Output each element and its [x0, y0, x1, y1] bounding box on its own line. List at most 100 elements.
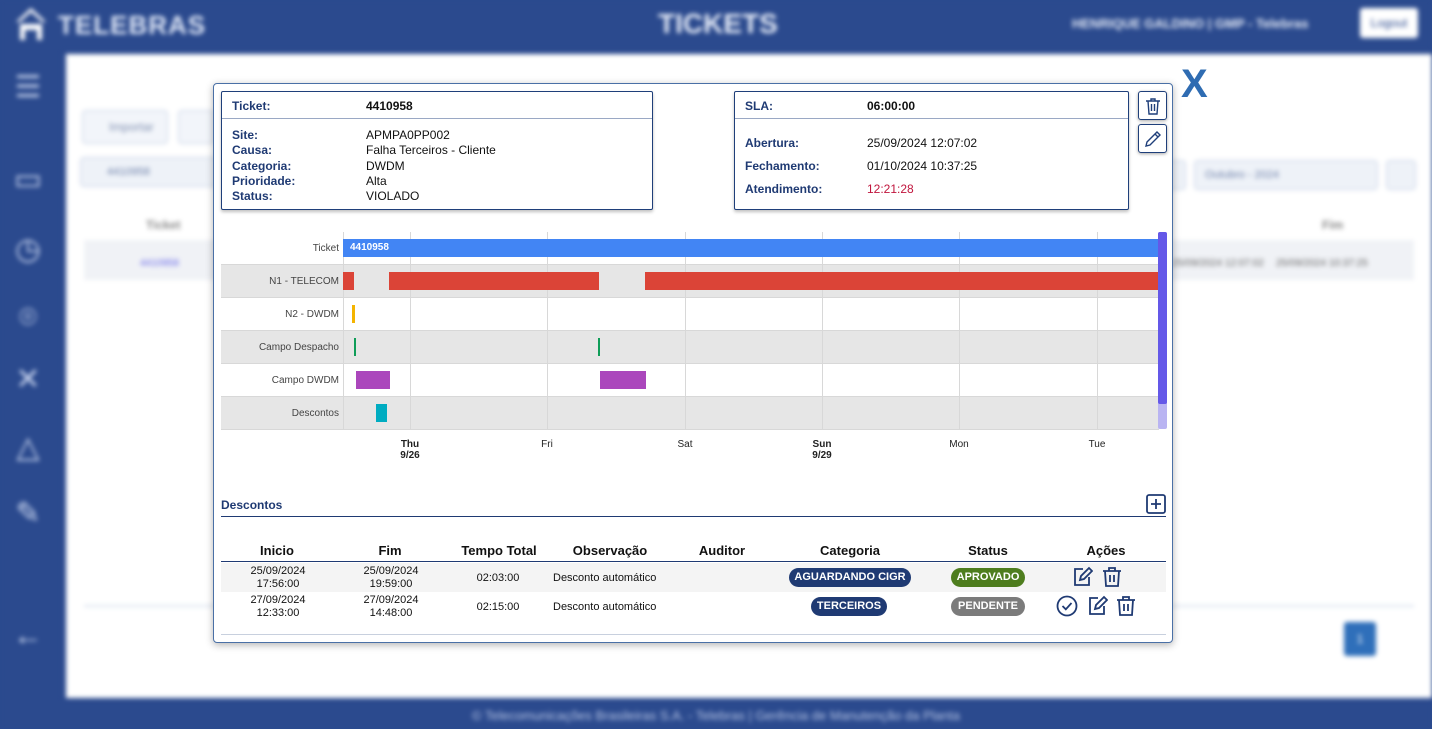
- inicio-time: 12:33:00: [256, 607, 300, 619]
- timeline-tick: Sat: [665, 439, 705, 450]
- pagination-page-button[interactable]: 1: [1344, 622, 1376, 656]
- network-icon[interactable]: △: [10, 430, 46, 466]
- logout-arrow-icon[interactable]: ←: [10, 618, 46, 654]
- cell-observacao: Desconto automático: [553, 572, 657, 584]
- tick-day: Mon: [949, 439, 969, 450]
- timeline-gridline: [1097, 232, 1098, 429]
- next-month-button[interactable]: [1386, 160, 1416, 190]
- timeline-tick: Fri: [527, 439, 567, 450]
- tower-icon[interactable]: ✕: [10, 362, 46, 398]
- timeline-bar-n2[interactable]: [352, 305, 355, 323]
- timeline-gridline: [822, 232, 823, 429]
- timeline-label: Descontos: [291, 408, 339, 419]
- status-badge: APROVADO: [951, 568, 1025, 587]
- ticket-timeline: Ticket N1 - TELECOM N2 - DWDM Campo Desp…: [221, 232, 1167, 462]
- inicio-date: 25/09/2024: [250, 565, 306, 577]
- timeline-scroll-thumb[interactable]: [1158, 232, 1167, 404]
- add-desconto-icon[interactable]: [1146, 494, 1166, 514]
- timeline-bar-campo-dwdm[interactable]: [600, 371, 646, 389]
- table-row: 25/09/2024 17:56:00 25/09/2024 19:59:00 …: [221, 563, 1166, 592]
- timeline-tick: Thu 9/26: [390, 439, 430, 461]
- col-header-acoes: Ações: [1086, 543, 1126, 558]
- causa-value: Falha Terceiros - Cliente: [366, 143, 496, 157]
- site-label: Site:: [232, 128, 259, 142]
- col-header-status: Status: [968, 543, 1008, 558]
- edit-icon[interactable]: [1071, 566, 1093, 588]
- sidebar: ☰ ▭ ◷ ⌾ ✕ △ ✎ ←: [0, 50, 62, 729]
- cell-inicio: 27/09/2024 12:33:00: [243, 594, 313, 620]
- timeline-bar-descontos[interactable]: [376, 404, 387, 422]
- timeline-tick: Tue: [1077, 439, 1117, 450]
- timeline-bar-n1[interactable]: [343, 272, 354, 290]
- user-info: HENRIQUE GALDINO | GMP - Telebras: [1072, 16, 1309, 31]
- row-fim: 25/09/2024 10:37:25: [1276, 258, 1368, 269]
- table-row: 27/09/2024 12:33:00 27/09/2024 14:48:00 …: [221, 592, 1166, 621]
- col-header-observacao: Observação: [572, 543, 648, 558]
- filter-button[interactable]: [178, 110, 214, 144]
- fechamento-value: 01/10/2024 10:37:25: [867, 159, 978, 173]
- approve-check-icon[interactable]: [1056, 595, 1078, 617]
- trash-icon[interactable]: [1115, 595, 1137, 617]
- cell-fim: 27/09/2024 14:48:00: [356, 594, 426, 620]
- ticket-icon[interactable]: ▭: [10, 162, 46, 198]
- descontos-title: Descontos: [221, 498, 283, 512]
- tick-day: Tue: [1088, 439, 1106, 450]
- location-icon[interactable]: ⌾: [10, 300, 46, 336]
- timeline-label: N1 - TELECOM: [269, 276, 339, 287]
- timeline-row-descontos: Descontos: [221, 397, 1159, 430]
- edit-icon[interactable]: [1086, 595, 1108, 617]
- col-header-tempo-total: Tempo Total: [461, 543, 537, 558]
- brand-name: TELEBRAS: [58, 10, 207, 40]
- status-label: Status:: [232, 189, 273, 203]
- ticket-search-input[interactable]: 4410958: [80, 157, 220, 187]
- fechamento-label: Fechamento:: [745, 159, 820, 173]
- sla-value: 06:00:00: [867, 99, 916, 113]
- sla-label: SLA:: [745, 99, 773, 113]
- site-value: APMPA0PP002: [366, 128, 450, 142]
- row-ticket-link[interactable]: 4410958: [140, 258, 179, 269]
- timeline-scrollbar[interactable]: [1158, 232, 1167, 429]
- table-bottom-divider: [221, 634, 1166, 635]
- timeline-bar-ticket[interactable]: 4410958: [343, 239, 1158, 257]
- delete-ticket-button[interactable]: [1138, 91, 1167, 120]
- timeline-gridline: [410, 232, 411, 429]
- logout-button[interactable]: Logout: [1360, 8, 1418, 38]
- col-header-inicio: Inicio: [260, 543, 294, 558]
- causa-label: Causa:: [232, 143, 273, 157]
- edit-ticket-button[interactable]: [1138, 124, 1167, 153]
- menu-icon[interactable]: ☰: [10, 70, 46, 106]
- categoria-badge: AGUARDANDO CIGR: [789, 568, 911, 587]
- sla-card: SLA: 06:00:00 Abertura: 25/09/2024 12:07…: [734, 91, 1129, 210]
- tick-date: 9/29: [812, 450, 832, 461]
- prioridade-value: Alta: [366, 174, 387, 188]
- footer: © Telecomunicações Brasileiras S.A. - Te…: [0, 700, 1432, 729]
- import-button[interactable]: Importar: [82, 110, 168, 144]
- page-title: TICKETS: [658, 8, 778, 39]
- timeline-bar-n1[interactable]: [645, 272, 1158, 290]
- trash-icon[interactable]: [1101, 566, 1123, 588]
- timeline-label: N2 - DWDM: [285, 309, 339, 320]
- close-modal-button[interactable]: X: [1181, 62, 1208, 106]
- abertura-value: 25/09/2024 12:07:02: [867, 136, 978, 150]
- tools-icon[interactable]: ✎: [10, 496, 46, 532]
- timeline-gridline: [959, 232, 960, 429]
- timeline-bar-campo-despacho[interactable]: [598, 338, 600, 356]
- col-header-categoria: Categoria: [820, 543, 880, 558]
- timeline-bar-n1[interactable]: [389, 272, 599, 290]
- categoria-label: Categoria:: [232, 159, 292, 173]
- timeline-bar-campo-despacho[interactable]: [354, 338, 356, 356]
- history-icon[interactable]: ◷: [10, 232, 46, 268]
- tick-day: Sun: [812, 439, 832, 450]
- month-select[interactable]: Outubro - 2024: [1194, 160, 1378, 190]
- timeline-tick: Mon: [939, 439, 979, 450]
- prioridade-label: Prioridade:: [232, 174, 296, 188]
- ticket-info-card: Ticket: 4410958 Site: APMPA0PP002 Causa:…: [221, 91, 653, 210]
- timeline-label: Ticket: [312, 243, 339, 254]
- timeline-gridline: [685, 232, 686, 429]
- timeline-bar-campo-dwdm[interactable]: [356, 371, 390, 389]
- fim-date: 27/09/2024: [363, 594, 419, 606]
- cell-tempo-total: 02:15:00: [476, 601, 520, 613]
- descontos-divider: [221, 516, 1166, 517]
- ticket-detail-modal: Ticket: 4410958 Site: APMPA0PP002 Causa:…: [213, 83, 1173, 643]
- atendimento-label: Atendimento:: [745, 182, 823, 196]
